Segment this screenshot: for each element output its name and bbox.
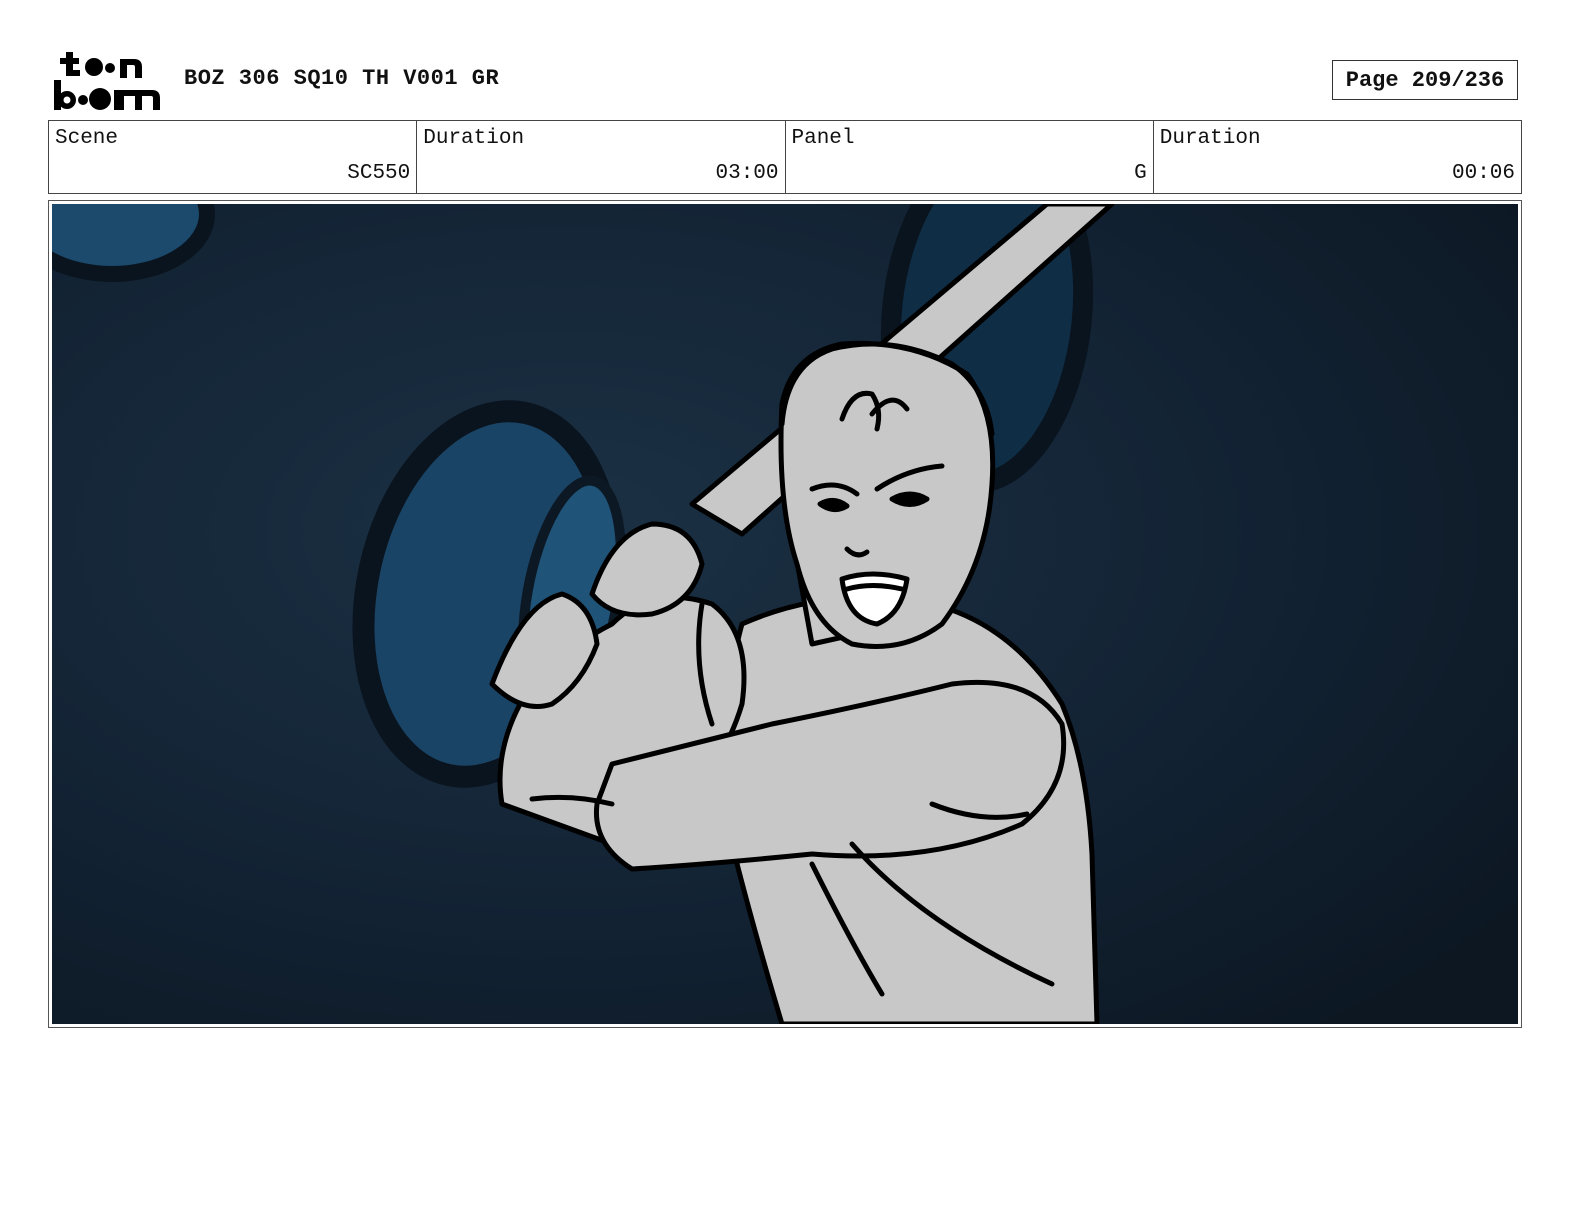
panel-duration-cell: Duration 00:06: [1154, 121, 1521, 193]
panel-duration-label: Duration: [1159, 127, 1261, 150]
panel-duration-value: 00:06: [1451, 162, 1515, 185]
panel-cell: Panel G: [786, 121, 1154, 193]
scene-label: Scene: [55, 127, 119, 150]
scene-cell: Scene SC550: [49, 121, 418, 193]
storyboard-panel-image: [52, 204, 1518, 1024]
scene-duration-value: 03:00: [715, 162, 779, 185]
toon-boom-logo: [54, 52, 160, 110]
scene-duration-cell: Duration 03:00: [417, 121, 786, 193]
scene-value: SC550: [347, 162, 411, 185]
document-title: BOZ 306 SQ10 TH V001 GR: [184, 66, 500, 91]
panel-label: Panel: [791, 127, 855, 150]
scene-info-table: Scene SC550 Duration 03:00 Panel G Durat…: [48, 120, 1522, 194]
page-number: Page 209/236: [1332, 60, 1518, 100]
storyboard-sketch: [52, 204, 1518, 1024]
scene-duration-label: Duration: [423, 127, 525, 150]
panel-value: G: [1134, 162, 1147, 185]
